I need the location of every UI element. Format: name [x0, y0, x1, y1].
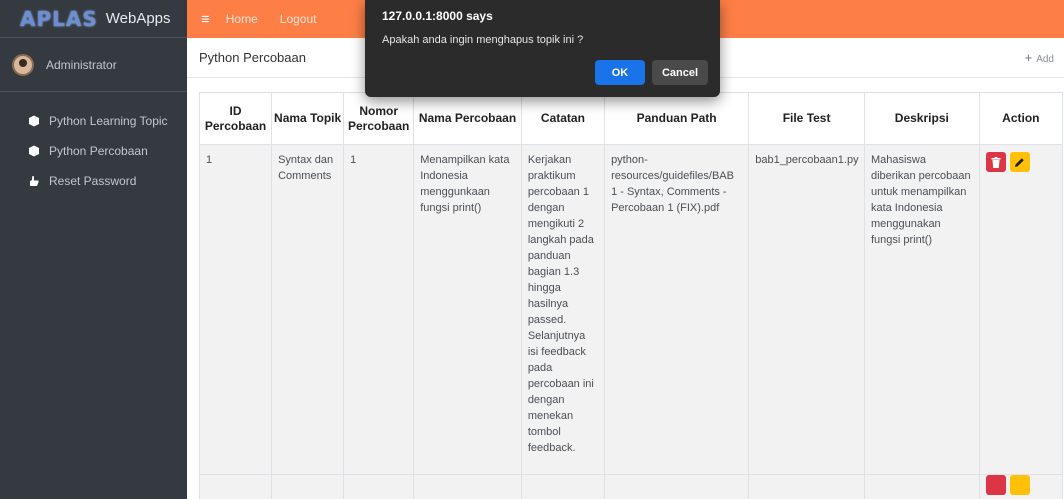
- column-header[interactable]: Nama Topik: [271, 92, 345, 145]
- cell: [863, 474, 980, 499]
- home-link[interactable]: Home: [226, 12, 258, 26]
- percobaan-table: ID Percobaan Nama Topik Nomor Percobaan …: [198, 92, 1064, 499]
- edit-button[interactable]: [1009, 475, 1030, 495]
- column-header[interactable]: Panduan Path: [604, 92, 750, 145]
- add-label: Add: [1036, 54, 1054, 65]
- sidebar-item-label: Python Percobaan: [49, 144, 148, 158]
- cell: [604, 474, 750, 499]
- table-row: [198, 474, 1064, 499]
- cell: [271, 474, 345, 499]
- user-name[interactable]: Administrator: [46, 58, 117, 72]
- dialog-title: 127.0.0.1:8000 says: [382, 9, 493, 23]
- hand-icon: [28, 175, 40, 187]
- action-buttons: [985, 152, 1056, 172]
- cube-icon: [28, 115, 40, 127]
- cell-nama: Menampilkan kata Indonesia menggunkaan f…: [413, 144, 522, 475]
- sidebar-item-reset-password[interactable]: Reset Password: [0, 166, 187, 196]
- column-header[interactable]: Nomor Percobaan: [343, 92, 415, 145]
- menu-icon[interactable]: ≡: [201, 11, 210, 28]
- confirm-dialog: 127.0.0.1:8000 says Apakah anda ingin me…: [365, 0, 720, 97]
- action-buttons: [985, 475, 1056, 495]
- cell-panduan: python-resources/guidefiles/BAB 1 - Synt…: [604, 144, 750, 475]
- main-content: Python Percobaan + Add ID Percobaan Nama …: [187, 38, 1064, 499]
- cell: [520, 474, 606, 499]
- cell: [198, 474, 273, 499]
- page-title: Python Percobaan: [199, 50, 306, 65]
- brand-name: WebApps: [105, 10, 171, 27]
- sidebar-item-label: Python Learning Topic: [49, 114, 168, 128]
- ok-button[interactable]: OK: [595, 60, 645, 85]
- cell: [748, 474, 865, 499]
- cell: [343, 474, 415, 499]
- column-header[interactable]: Deskripsi: [863, 92, 980, 145]
- column-header[interactable]: File Test: [748, 92, 865, 145]
- cell-deskripsi: Mahasiswa diberikan percobaan untuk mena…: [863, 144, 980, 475]
- cell-action: [978, 474, 1064, 499]
- user-panel[interactable]: Administrator: [0, 38, 187, 92]
- delete-button[interactable]: [985, 152, 1006, 172]
- sidebar-item-python-learning-topic[interactable]: Python Learning Topic: [0, 106, 187, 136]
- cell-id: 1: [198, 144, 273, 475]
- column-header[interactable]: Action: [978, 92, 1064, 145]
- plus-icon: +: [1024, 50, 1033, 65]
- column-header[interactable]: Catatan: [520, 92, 606, 145]
- sidebar-nav: Python Learning Topic Python Percobaan R…: [0, 92, 187, 196]
- sidebar-item-label: Reset Password: [49, 174, 137, 188]
- brand[interactable]: APLAS WebApps: [0, 0, 187, 38]
- pencil-icon: [1015, 157, 1024, 167]
- cell-catatan: Kerjakan praktikum percobaan 1 dengan me…: [520, 144, 606, 475]
- cube-icon: [28, 145, 40, 157]
- cell-action: [978, 144, 1064, 475]
- table-header-row: ID Percobaan Nama Topik Nomor Percobaan …: [198, 92, 1064, 145]
- cell-nomor: 1: [343, 144, 415, 475]
- brand-logo: APLAS: [20, 6, 98, 31]
- cell: [413, 474, 522, 499]
- cancel-button[interactable]: Cancel: [652, 60, 708, 85]
- sidebar: APLAS WebApps Administrator Python Learn…: [0, 0, 187, 499]
- dialog-message: Apakah anda ingin menghapus topik ini ?: [382, 34, 584, 46]
- avatar: [12, 53, 34, 76]
- cell-topik: Syntax dan Comments: [271, 144, 345, 475]
- logout-link[interactable]: Logout: [280, 12, 317, 26]
- sidebar-item-python-percobaan[interactable]: Python Percobaan: [0, 136, 187, 166]
- column-header[interactable]: Nama Percobaan: [413, 92, 522, 145]
- trash-icon: [991, 156, 1001, 168]
- column-header[interactable]: ID Percobaan: [198, 92, 273, 145]
- edit-button[interactable]: [1009, 152, 1030, 172]
- cell-file-test: bab1_percobaan1.py: [748, 144, 865, 475]
- table-row: 1 Syntax dan Comments 1 Menampilkan kata…: [198, 144, 1064, 475]
- add-button[interactable]: + Add: [1025, 50, 1054, 65]
- delete-button[interactable]: [985, 475, 1006, 495]
